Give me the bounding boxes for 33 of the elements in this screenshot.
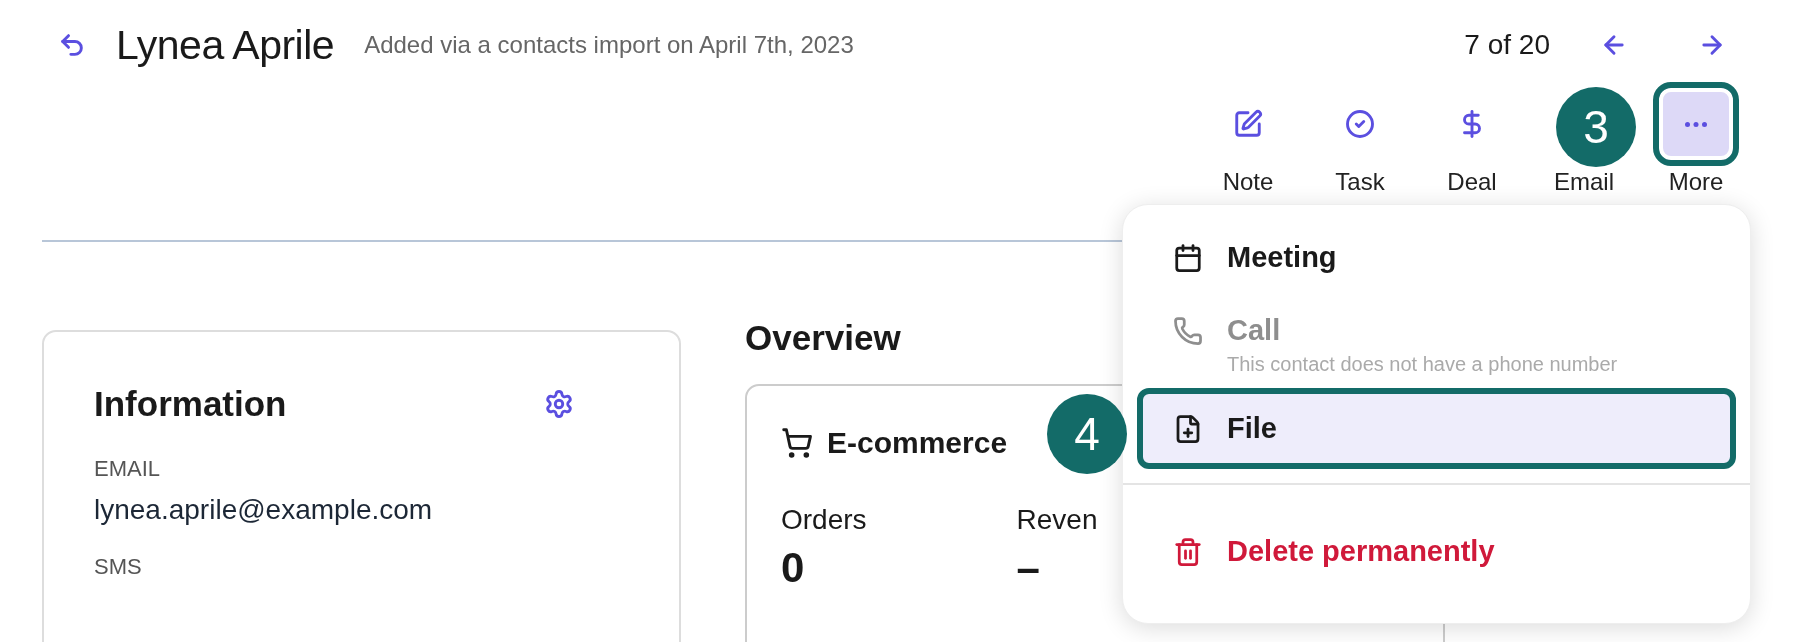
check-circle-icon xyxy=(1345,109,1375,139)
step-badge: 4 xyxy=(1047,394,1127,474)
stat-label: Reven xyxy=(1016,504,1098,536)
back-icon[interactable] xyxy=(58,31,86,59)
field-label: EMAIL xyxy=(94,456,162,482)
stat-value: 0 xyxy=(781,544,806,592)
ellipsis-icon xyxy=(1685,121,1707,127)
section-title: Overview xyxy=(745,318,901,358)
cart-icon xyxy=(781,427,813,459)
stat-label: Orders xyxy=(781,504,867,536)
field-label: SMS xyxy=(94,554,143,580)
settings-icon[interactable] xyxy=(544,389,574,419)
action-button[interactable]: Deal xyxy=(1416,82,1528,196)
field-value: lynea.aprile@example.com xyxy=(94,494,434,526)
stat-value: – xyxy=(1016,544,1041,592)
record-pager: 7 of 20 xyxy=(1464,29,1550,61)
added-note: Added via a contacts import on April 7th, 2023 xyxy=(364,31,855,59)
card-title: Information xyxy=(94,384,287,424)
action-button[interactable]: Note xyxy=(1192,82,1304,196)
calendar-icon xyxy=(1173,242,1203,273)
contact-name: Lynea Aprile xyxy=(116,21,335,69)
trash-icon xyxy=(1173,536,1203,567)
action-button[interactable]: Task xyxy=(1304,82,1416,196)
phone-icon xyxy=(1173,315,1203,346)
menu-item[interactable]: File xyxy=(1137,388,1736,469)
pencil-square-icon xyxy=(1233,109,1263,139)
item-hint: This contact does not have a phone number xyxy=(1227,353,1619,376)
card-title: E-commerce xyxy=(827,426,1008,460)
action-button[interactable]: Email xyxy=(1528,168,1640,196)
menu-item[interactable]: Delete permanently xyxy=(1137,511,1736,592)
action-button[interactable]: More xyxy=(1640,82,1752,196)
menu-item[interactable]: Meeting xyxy=(1137,217,1736,298)
step-badge: 3 xyxy=(1556,87,1636,167)
